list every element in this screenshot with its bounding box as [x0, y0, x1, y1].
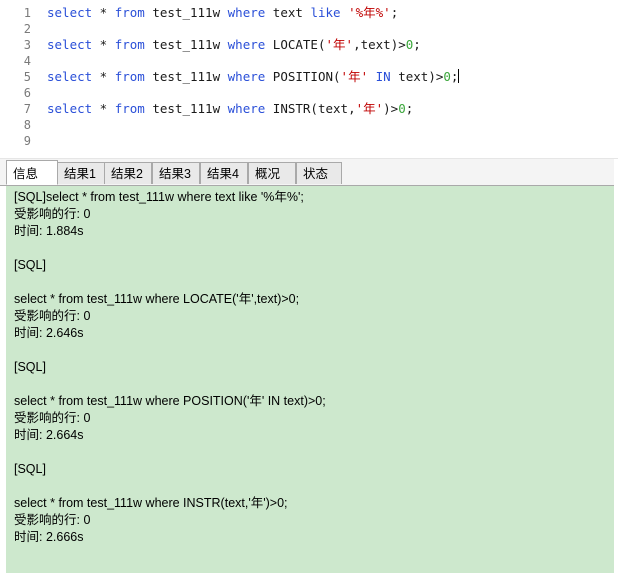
line-number: 1 [23, 6, 31, 20]
tab-result-4[interactable]: 结果4 [200, 162, 248, 184]
output-line: select * from test_111w where LOCATE('年'… [14, 292, 300, 306]
code-token: test_111w [144, 69, 228, 84]
editor-line[interactable]: 3 select * from test_111w where LOCATE('年… [0, 37, 618, 53]
editor-line[interactable]: 2 [0, 21, 618, 37]
code-token: where [227, 101, 266, 116]
output-line: 时间: 2.646s [14, 326, 84, 340]
output-line: [SQL]select * from test_111w where text … [14, 190, 304, 204]
code-token: 0 [443, 69, 451, 84]
output-line: select * from test_111w where INSTR(text… [14, 496, 288, 510]
code-token: test_111w [144, 37, 228, 52]
line-number: 4 [23, 54, 31, 68]
editor-line[interactable]: 6 [0, 85, 618, 101]
line-number: 8 [23, 118, 31, 132]
code-token: test_111w [144, 5, 228, 20]
code-token: where [227, 69, 266, 84]
code-token: '年' [340, 69, 369, 84]
editor-line[interactable]: 9 [0, 133, 618, 149]
editor-line[interactable]: 5 select * from test_111w where POSITION(… [0, 69, 618, 85]
code-token: INSTR(text, [265, 101, 356, 116]
text-caret [458, 69, 460, 83]
code-token: LOCATE( [265, 37, 326, 52]
code-token: * [92, 5, 115, 20]
output-line: [SQL] [14, 360, 46, 374]
tab-result-3[interactable]: 结果3 [152, 162, 200, 184]
code-token: select [47, 101, 93, 116]
code-token: from [114, 69, 145, 84]
output-line: 受影响的行: 0 [14, 513, 91, 527]
code-token: test_111w [144, 101, 228, 116]
tab-result-2[interactable]: 结果2 [104, 162, 152, 184]
output-line: 时间: 1.884s [14, 224, 84, 238]
code-text: select * from test_111w where LOCATE('年'… [47, 37, 421, 53]
code-token: 0 [398, 101, 406, 116]
output-line: select * from test_111w where POSITION('… [14, 394, 326, 408]
output-line: [SQL] [14, 462, 46, 476]
code-token: ,text)> [353, 37, 406, 52]
code-token: where [227, 37, 266, 52]
editor-line[interactable]: 1 select * from test_111w where text like… [0, 5, 618, 21]
tab-overview[interactable]: 概况 [248, 162, 296, 184]
editor-line[interactable]: 8 [0, 117, 618, 133]
code-text: select * from test_111w where INSTR(text… [47, 101, 413, 117]
output-line: 受影响的行: 0 [14, 411, 91, 425]
message-output: [SQL]select * from test_111w where text … [6, 186, 618, 573]
code-token: ; [450, 69, 459, 84]
code-text: select * from test_111w where POSITION('… [47, 69, 460, 85]
code-token: ; [390, 5, 399, 20]
output-line: 受影响的行: 0 [14, 207, 91, 221]
code-token: from [114, 5, 145, 20]
code-token: select [47, 5, 93, 20]
line-number: 9 [23, 134, 31, 148]
line-number: 6 [23, 86, 31, 100]
line-number: 3 [23, 38, 31, 52]
code-token: select [47, 69, 93, 84]
code-token: from [114, 37, 145, 52]
code-token: ; [405, 101, 414, 116]
code-token: )> [383, 101, 399, 116]
code-token: select [47, 37, 93, 52]
code-token: * [92, 37, 115, 52]
code-token: from [114, 101, 145, 116]
sql-editor[interactable]: 1 select * from test_111w where text like… [0, 0, 618, 159]
result-tabs: 信息 结果1 结果2 结果3 结果4 概况 状态 [0, 159, 618, 186]
line-number: 2 [23, 22, 31, 36]
tab-info[interactable]: 信息 [6, 160, 58, 185]
code-token: where [227, 5, 266, 20]
line-number: 5 [23, 70, 31, 84]
code-token: IN [375, 69, 391, 84]
panel-edge [614, 159, 618, 573]
code-token: * [92, 101, 115, 116]
output-line: 时间: 2.666s [14, 530, 84, 544]
editor-line[interactable]: 7 select * from test_111w where INSTR(tex… [0, 101, 618, 117]
code-token: * [92, 69, 115, 84]
code-token: text)> [390, 69, 444, 84]
code-token: POSITION( [265, 69, 341, 84]
code-token: like [310, 5, 341, 20]
code-token: '%年%' [348, 5, 391, 20]
code-token: '年' [325, 37, 354, 52]
output-line: 受影响的行: 0 [14, 309, 91, 323]
code-token: ; [413, 37, 421, 52]
code-token: text [265, 5, 311, 20]
tab-status[interactable]: 状态 [296, 162, 342, 184]
code-text: select * from test_111w where text like … [47, 5, 398, 21]
tab-result-1[interactable]: 结果1 [57, 162, 105, 184]
editor-line[interactable]: 4 [0, 53, 618, 69]
output-line: [SQL] [14, 258, 46, 272]
code-token: '年' [355, 101, 384, 116]
output-line: 时间: 2.664s [14, 428, 84, 442]
line-number: 7 [23, 102, 31, 116]
